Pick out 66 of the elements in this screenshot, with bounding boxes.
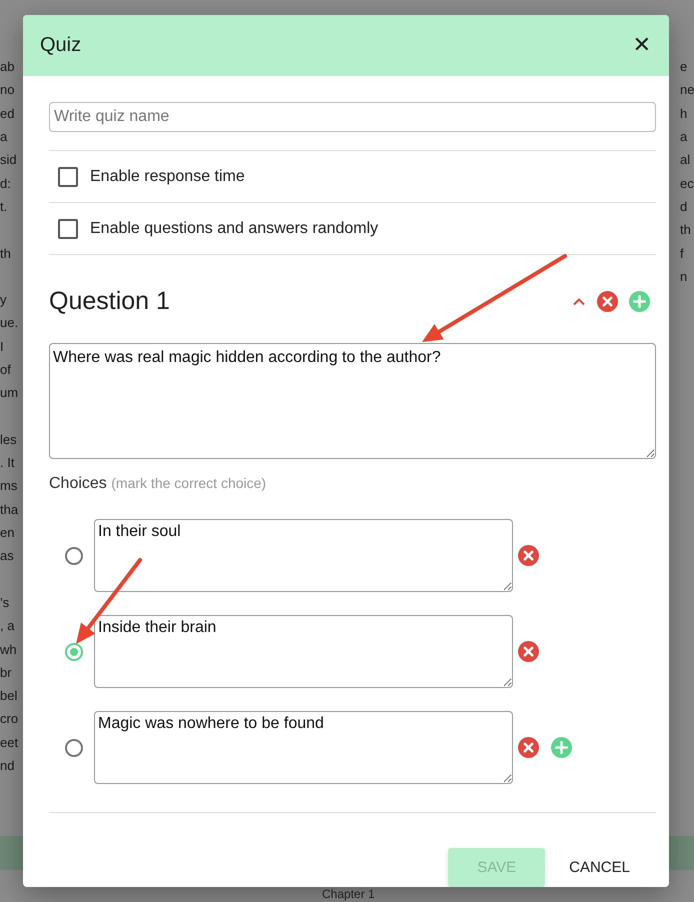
background-text: ue.: [0, 315, 18, 330]
background-text: tha: [0, 502, 18, 517]
background-text: y: [0, 292, 6, 308]
radio-button[interactable]: [65, 546, 83, 564]
background-text: br: [0, 664, 12, 680]
background-text: , a: [0, 618, 14, 634]
choices-label: Choices (mark the correct choice): [49, 475, 268, 493]
delete-question-button[interactable]: [597, 290, 618, 312]
question-field[interactable]: Where was real magic hidden according to the author?: [49, 343, 656, 459]
background-text: I: [0, 338, 4, 354]
background-text: . It: [0, 455, 14, 470]
background-text: sid: [0, 152, 17, 168]
question-title: Question 1: [49, 286, 170, 316]
background-text: f: [680, 246, 684, 261]
background-text: d:: [0, 176, 11, 191]
remove-icon: [518, 545, 539, 566]
background-text: ed: [0, 106, 14, 121]
background-text: ne: [680, 82, 694, 98]
background-text: of: [0, 362, 11, 377]
choice-field[interactable]: In their soul: [94, 519, 513, 592]
delete-choice-button[interactable]: [518, 641, 539, 662]
dialog-title: Quiz: [40, 34, 82, 57]
background-text: n: [680, 268, 688, 284]
background-text: e: [680, 59, 688, 74]
background-text: h: [680, 106, 688, 121]
remove-icon: [518, 737, 539, 758]
background-text: as: [0, 548, 14, 564]
background-text: d: [680, 198, 688, 214]
choice-field[interactable]: Magic was nowhere to be found: [94, 711, 513, 784]
close-button[interactable]: ✕: [626, 29, 657, 62]
quiz-name-field[interactable]: Write quiz name: [49, 102, 656, 132]
background-text: wh: [0, 642, 17, 657]
background-text: a: [680, 129, 688, 144]
add-icon: [551, 737, 572, 758]
delete-choice-button[interactable]: [518, 737, 539, 758]
background-text: les: [0, 432, 17, 447]
radio-button[interactable]: [65, 738, 83, 756]
collapse-button[interactable]: [572, 296, 586, 306]
background-text: th: [680, 222, 691, 238]
background-text: al: [680, 152, 690, 168]
option-label: Enable response time: [90, 168, 245, 186]
remove-icon: [597, 290, 618, 312]
remove-icon: [518, 641, 539, 662]
choice-field[interactable]: Inside their brain: [94, 615, 513, 688]
background-text: ec: [680, 176, 694, 191]
background-text: ’s: [0, 594, 10, 610]
background-text: en: [0, 525, 14, 540]
background-text: um: [0, 385, 18, 400]
radio-button[interactable]: [65, 642, 83, 660]
background-text: cro: [0, 711, 18, 726]
checkbox[interactable]: [58, 166, 78, 186]
background-text: a: [0, 129, 8, 144]
background-text: th: [0, 246, 11, 261]
background-text: no: [0, 82, 14, 98]
background-text: t.: [0, 198, 8, 214]
option-label: Enable questions and answers randomly: [90, 220, 378, 238]
delete-choice-button[interactable]: [518, 545, 539, 566]
background-text: nd: [0, 758, 14, 774]
chapter-caption: Chapter 1: [322, 888, 375, 901]
cancel-button[interactable]: CANCEL: [557, 848, 642, 887]
background-text: ab: [0, 59, 14, 74]
add-icon: [629, 290, 650, 312]
background-text: bel: [0, 688, 18, 704]
background-text: eet: [0, 734, 18, 750]
background-text: ms: [0, 478, 18, 494]
checkbox[interactable]: [58, 218, 78, 238]
